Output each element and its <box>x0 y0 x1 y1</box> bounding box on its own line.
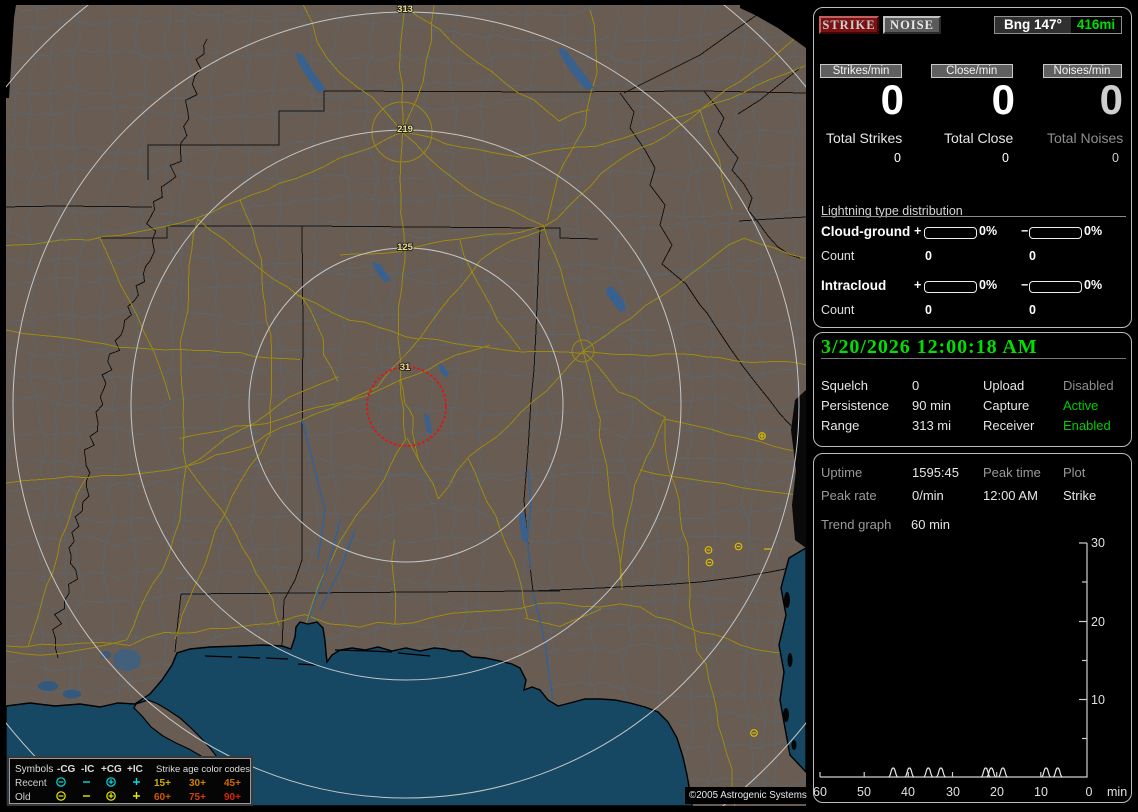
svg-text:-IC: -IC <box>81 764 94 775</box>
svg-text:40: 40 <box>901 785 915 799</box>
svg-text:60: 60 <box>813 785 827 799</box>
svg-text:60+: 60+ <box>154 792 171 803</box>
svg-text:31: 31 <box>400 362 411 373</box>
svg-text:45+: 45+ <box>224 778 241 789</box>
svg-text:-CG: -CG <box>57 764 76 775</box>
svg-text:75+: 75+ <box>189 792 206 803</box>
svg-text:30+: 30+ <box>189 778 206 789</box>
svg-text:30: 30 <box>1091 536 1105 550</box>
svg-text:219: 219 <box>397 124 413 135</box>
svg-text:min: min <box>1107 785 1127 799</box>
svg-text:90+: 90+ <box>224 792 241 803</box>
svg-text:20: 20 <box>1091 615 1105 629</box>
svg-text:0: 0 <box>1086 785 1093 799</box>
svg-text:Symbols: Symbols <box>15 764 53 775</box>
svg-text:125: 125 <box>397 242 414 253</box>
svg-text:+IC: +IC <box>127 764 143 775</box>
svg-text:10: 10 <box>1034 785 1048 799</box>
svg-text:50: 50 <box>857 785 871 799</box>
svg-text:20: 20 <box>990 785 1004 799</box>
svg-text:10: 10 <box>1091 693 1105 707</box>
svg-text:+CG: +CG <box>101 764 122 775</box>
svg-text:Old: Old <box>15 792 31 803</box>
svg-text:313: 313 <box>397 4 413 15</box>
svg-text:15+: 15+ <box>154 778 171 789</box>
svg-text:Strike age color codes: Strike age color codes <box>156 764 250 775</box>
svg-text:30: 30 <box>946 785 960 799</box>
svg-text:Recent: Recent <box>15 778 47 789</box>
